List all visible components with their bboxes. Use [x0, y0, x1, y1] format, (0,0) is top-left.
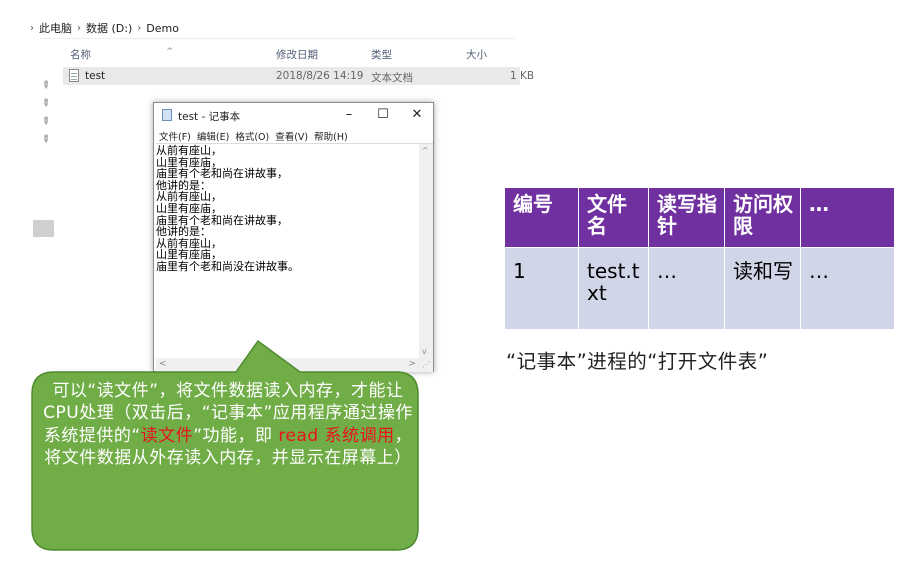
callout-highlight-read-file: 读文件: [140, 425, 194, 446]
breadcrumb-demo[interactable]: Demo: [146, 22, 179, 35]
vertical-scrollbar[interactable]: ^ v: [419, 144, 433, 358]
cell-filename: test.txt: [578, 247, 649, 330]
open-file-table: 编号 文件名 读写指针 访问权限 … 1 test.txt … 读和写 …: [504, 187, 895, 330]
menu-view[interactable]: 查看(V): [275, 129, 308, 143]
callout-text-part2: ”功能，即: [193, 425, 279, 446]
cell-access-rights: 读和写: [724, 247, 801, 330]
header-filename: 文件名: [578, 187, 649, 248]
menu-file[interactable]: 文件(F): [159, 129, 191, 143]
header-rw-pointer: 读写指针: [648, 187, 725, 248]
column-header-name[interactable]: 名称: [70, 47, 91, 62]
file-size: 1 KB: [510, 70, 535, 82]
menu-format[interactable]: 格式(O): [235, 129, 269, 143]
table-row: 1 test.txt … 读和写 …: [504, 247, 895, 330]
breadcrumb: › 此电脑 › 数据 (D:) › Demo: [30, 18, 179, 38]
notepad-window: test - 记事本 – ☐ ✕ 文件(F) 编辑(E) 格式(O) 查看(V)…: [153, 102, 434, 372]
minimize-button[interactable]: –: [334, 107, 364, 123]
notepad-title-bar[interactable]: test - 记事本 – ☐ ✕: [154, 103, 433, 127]
text-editor[interactable]: 从前有座山， 山里有座庙， 庙里有个老和尚在讲故事， 他讲的是： 从前有座山， …: [156, 143, 433, 372]
cell-more: …: [800, 247, 895, 330]
maximize-button[interactable]: ☐: [368, 107, 398, 123]
pin-icon[interactable]: ✎: [38, 79, 52, 93]
pin-icon[interactable]: ✎: [38, 133, 52, 147]
sort-up-icon: ^: [166, 47, 174, 57]
column-header-size[interactable]: 大小: [466, 47, 487, 62]
callout-highlight-read-syscall: read 系统调用: [278, 425, 395, 446]
close-button[interactable]: ✕: [402, 107, 432, 123]
window-title: test - 记事本: [178, 111, 241, 123]
text-file-icon: [69, 69, 79, 82]
resize-grip-icon[interactable]: ⋰: [419, 358, 433, 372]
table-header-row: 编号 文件名 读写指针 访问权限 …: [504, 187, 895, 248]
breadcrumb-this-pc[interactable]: 此电脑: [39, 20, 72, 36]
file-name: test: [85, 70, 106, 82]
file-row[interactable]: test 2018/8/26 14:19 文本文档 1 KB: [63, 67, 534, 85]
callout-text: 可以“读文件”，将文件数据读入内存，才能让CPU处理（双击后，“记事本”应用程序…: [40, 380, 416, 542]
breadcrumb-chevron[interactable]: ›: [30, 23, 34, 34]
scroll-down-icon[interactable]: v: [422, 347, 427, 356]
nav-pane-selection[interactable]: [33, 220, 54, 237]
notepad-menu-bar: 文件(F) 编辑(E) 格式(O) 查看(V) 帮助(H): [159, 129, 348, 143]
pin-icon[interactable]: ✎: [38, 97, 52, 111]
cell-rw-pointer: …: [648, 247, 725, 330]
breadcrumb-separator: ›: [77, 22, 81, 34]
file-modified: 2018/8/26 14:19: [276, 70, 364, 82]
breadcrumb-drive-d[interactable]: 数据 (D:): [86, 20, 132, 36]
header-id: 编号: [504, 187, 579, 248]
column-header-type[interactable]: 类型: [371, 47, 392, 62]
menu-edit[interactable]: 编辑(E): [197, 129, 229, 143]
breadcrumb-separator: ›: [137, 22, 142, 34]
notepad-icon: [162, 109, 172, 121]
scroll-right-icon[interactable]: >: [408, 359, 416, 369]
file-type: 文本文档: [371, 72, 413, 84]
scroll-left-icon[interactable]: <: [159, 359, 167, 369]
scroll-up-icon[interactable]: ^: [422, 146, 429, 155]
cell-id: 1: [504, 247, 579, 330]
column-header-modified[interactable]: 修改日期: [276, 47, 318, 62]
table-caption: “记事本”进程的“打开文件表”: [506, 350, 769, 373]
header-more: …: [800, 187, 895, 248]
column-header-row: 名称 ^ 修改日期 类型 大小: [0, 40, 520, 66]
pin-icon[interactable]: ✎: [38, 115, 52, 129]
horizontal-scrollbar[interactable]: < >: [156, 358, 419, 372]
header-access-rights: 访问权限: [724, 187, 801, 248]
text-content[interactable]: 从前有座山， 山里有座庙， 庙里有个老和尚在讲故事， 他讲的是： 从前有座山， …: [156, 145, 416, 273]
menu-help[interactable]: 帮助(H): [314, 129, 348, 143]
address-bar-divider: [40, 38, 515, 39]
